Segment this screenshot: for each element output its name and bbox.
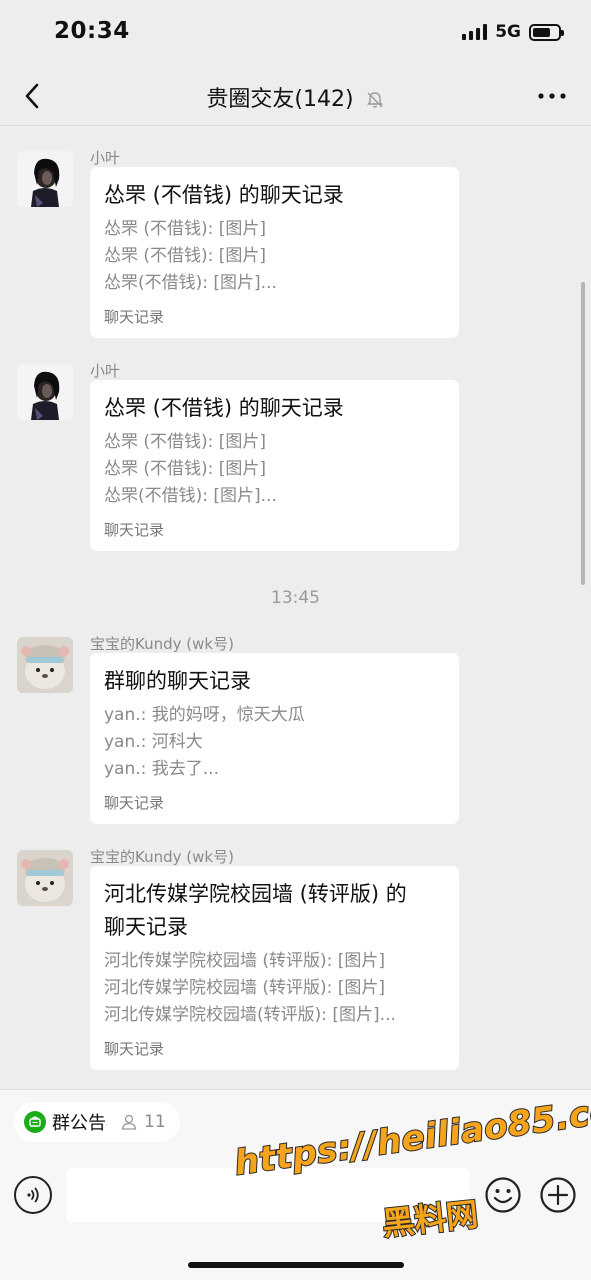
chat-header: 贵圈交友(142): [0, 66, 591, 126]
group-announcement-chip[interactable]: 群公告 11: [14, 1102, 180, 1142]
card-title: 群聊的聊天记录: [104, 669, 251, 693]
sender-avatar[interactable]: [17, 637, 73, 693]
mute-bell-icon: [366, 92, 383, 108]
sender-name: 宝宝的Kundy (wk号): [90, 848, 234, 866]
sender-name: 小叶: [90, 149, 121, 167]
scrollbar[interactable]: [581, 282, 585, 585]
card-preview-line: 怂罘 (不借钱): [图片]: [104, 246, 267, 266]
voice-icon: [27, 1187, 39, 1203]
card-preview-line: yan.: 河科大: [104, 732, 203, 752]
card-title-line: 河北传媒学院校园墙 (转评版) 的: [104, 882, 407, 906]
card-preview-line: 怂罘 (不借钱): [图片]: [104, 219, 267, 239]
card-preview-line: 河北传媒学院校园墙(转评版): [图片]...: [104, 1005, 396, 1025]
message-timestamp: 13:45: [271, 588, 320, 608]
card-preview-line: 怂罘 (不借钱): [图片]: [104, 432, 267, 452]
plus-icon[interactable]: [539, 1176, 577, 1214]
status-time: 20:34: [54, 18, 130, 44]
sender-name: 小叶: [90, 362, 121, 380]
anime-avatar-icon: [17, 151, 73, 207]
more-options-icon[interactable]: [535, 81, 569, 111]
card-preview-line: 河北传媒学院校园墙 (转评版): [图片]: [104, 951, 386, 971]
announcement-icon: [24, 1111, 46, 1133]
card-preview-line: 怂罘 (不借钱): [图片]: [104, 459, 267, 479]
sender-avatar[interactable]: [17, 364, 73, 420]
card-preview-line: yan.: 我去了...: [104, 759, 219, 779]
card-footer: 聊天记录: [104, 521, 165, 539]
sender-name: 宝宝的Kundy (wk号): [90, 635, 234, 653]
anime-avatar-icon: [17, 364, 73, 420]
chat-title-wrap: 贵圈交友(142): [0, 81, 591, 113]
card-title: 怂罘 (不借钱) 的聊天记录: [104, 183, 344, 207]
status-indicators: 5G: [462, 22, 564, 42]
chat-message-list[interactable]: 小叶 怂罘 (不借钱) 的聊天记录 怂罘 (不借钱): [图片] 怂罘 (不借钱…: [0, 127, 591, 1089]
chat-history-card[interactable]: 怂罘 (不借钱) 的聊天记录 怂罘 (不借钱): [图片] 怂罘 (不借钱): …: [90, 380, 459, 551]
card-title-line: 聊天记录: [104, 915, 188, 939]
battery-icon: [529, 23, 564, 41]
sender-avatar[interactable]: [17, 151, 73, 207]
person-icon: [121, 1114, 137, 1130]
card-footer: 聊天记录: [104, 1040, 165, 1058]
card-preview-line: yan.: 我的妈呀，惊天大瓜: [104, 705, 305, 725]
announcement-label: 群公告: [52, 1113, 106, 1134]
sender-avatar[interactable]: [17, 850, 73, 906]
plush-bear-avatar-icon: [17, 637, 73, 693]
chat-history-card[interactable]: 群聊的聊天记录 yan.: 我的妈呀，惊天大瓜 yan.: 河科大 yan.: …: [90, 653, 459, 824]
signal-icon: [462, 24, 488, 40]
card-preview-line: 河北传媒学院校园墙 (转评版): [图片]: [104, 978, 386, 998]
card-footer: 聊天记录: [104, 794, 165, 812]
status-bar: 20:34 5G: [0, 0, 591, 66]
network-type: 5G: [495, 22, 521, 42]
input-panel: 群公告 11: [0, 1089, 591, 1280]
chat-history-card[interactable]: 怂罘 (不借钱) 的聊天记录 怂罘 (不借钱): [图片] 怂罘 (不借钱): …: [90, 167, 459, 338]
card-title: 怂罘 (不借钱) 的聊天记录: [104, 396, 344, 420]
card-preview-line: 怂罘(不借钱): [图片]...: [104, 273, 277, 293]
card-preview-line: 怂罘(不借钱): [图片]...: [104, 486, 277, 506]
chat-history-card[interactable]: 河北传媒学院校园墙 (转评版) 的 聊天记录 河北传媒学院校园墙 (转评版): …: [90, 866, 459, 1070]
emoji-icon[interactable]: [484, 1176, 522, 1214]
home-indicator[interactable]: [188, 1262, 404, 1268]
chat-title: 贵圈交友(142): [206, 87, 354, 112]
voice-input-button[interactable]: [14, 1176, 52, 1214]
plush-bear-avatar-icon: [17, 850, 73, 906]
message-input[interactable]: [66, 1168, 470, 1222]
card-footer: 聊天记录: [104, 308, 165, 326]
announcement-count: 11: [144, 1112, 166, 1132]
